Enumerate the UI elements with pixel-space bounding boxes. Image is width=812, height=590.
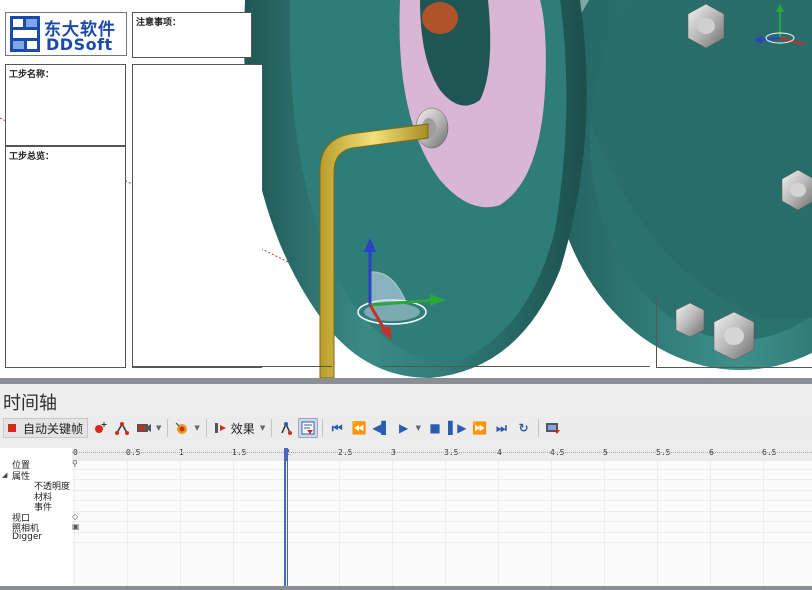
play-icon: ▶	[399, 421, 409, 435]
go-to-start-button[interactable]: ⏮	[327, 418, 347, 438]
camera-key-icon[interactable]: ▣	[72, 522, 80, 531]
pin-key-icon[interactable]: ⚲	[72, 459, 78, 468]
grid-column-line	[604, 461, 605, 586]
effects-button[interactable]: 效果	[211, 418, 258, 438]
grid-column-line	[392, 461, 393, 586]
toolbar-separator	[167, 419, 169, 437]
main-frame-left-edge	[132, 64, 262, 368]
add-attribute-key-button[interactable]	[172, 418, 192, 438]
timeline-title: 时间轴	[3, 393, 57, 414]
loop-button[interactable]: ↻	[514, 418, 534, 438]
step-overview-box	[5, 146, 126, 368]
timeline-bottom-edge	[0, 586, 812, 590]
play-dropdown-arrow-icon[interactable]: ▼	[416, 424, 421, 432]
play-button[interactable]: ▶	[394, 418, 414, 438]
right-frame-box	[656, 300, 812, 368]
record-icon	[8, 424, 16, 432]
grid-row-line	[72, 510, 812, 512]
go-to-end-icon: ⏭	[496, 420, 507, 435]
grid-row-line	[72, 479, 812, 480]
ruler-minor-ticks	[72, 452, 812, 453]
track-label[interactable]: Digger	[12, 532, 42, 542]
step-back-icon: ◀▌	[372, 421, 391, 435]
effects-dropdown-arrow-icon[interactable]: ▼	[260, 424, 265, 432]
grid-column-line	[657, 461, 658, 586]
loop-icon: ↻	[518, 421, 529, 435]
grid-row-line	[72, 542, 812, 543]
main-frame-bottom-right	[380, 366, 650, 367]
toolbar-separator	[205, 419, 207, 437]
camera-dropdown-arrow-icon[interactable]: ▼	[156, 424, 161, 432]
next-key-icon: ⏩	[472, 421, 487, 435]
grid-column-line	[551, 461, 552, 586]
grid-row-line	[72, 500, 812, 501]
autokey-button[interactable]: 自动关键帧	[3, 418, 89, 438]
logo-brand-en: DDSoft	[46, 35, 113, 54]
logo-mark-icon	[10, 16, 40, 52]
prev-key-icon: ⏪	[351, 421, 367, 435]
grid-column-line	[127, 461, 128, 586]
track-label[interactable]: 事件	[34, 500, 52, 513]
export-video-button[interactable]	[543, 418, 563, 438]
filter-track-button[interactable]	[298, 418, 319, 438]
prev-key-button[interactable]: ⏪	[349, 418, 369, 438]
insert-effect-icon	[214, 423, 226, 433]
grid-row-line	[72, 521, 812, 522]
add-camera-key-button[interactable]	[134, 418, 154, 438]
stop-button[interactable]: ■	[425, 418, 445, 438]
time-ruler[interactable]: 00.511.522.533.544.555.566.5	[72, 448, 812, 461]
toolbar-separator	[537, 419, 539, 437]
grid-column-line	[339, 461, 340, 586]
grid-column-line	[763, 461, 764, 586]
grid-row-line	[72, 468, 812, 470]
toolbar-separator	[322, 419, 324, 437]
show-track-icon	[281, 422, 293, 435]
grid-column-line	[445, 461, 446, 586]
effects-label: 效果	[230, 421, 255, 436]
grid-column-line	[233, 461, 234, 586]
3d-viewport[interactable]: 东大软件 DDSoft 注意事项： 工步名称： 工步总览：	[0, 0, 812, 378]
grid-row-line	[72, 531, 812, 533]
add-position-key-button[interactable]	[90, 418, 110, 438]
show-track-button[interactable]	[276, 418, 296, 438]
step-overview-label: 工步总览：	[9, 152, 55, 162]
grid-column-line	[180, 461, 181, 586]
timeline-panel: 时间轴 自动关键帧 ▼ ▼ 效果 ▼ ⏮ ⏪ ◀▌ ▶ ▼ ■ ▌▶ ⏩ ⏭ ↻…	[0, 384, 812, 590]
ddsoft-logo: 东大软件 DDSoft	[5, 12, 127, 56]
grid-column-line	[498, 461, 499, 586]
export-video-icon	[545, 423, 560, 434]
attribute-dropdown-arrow-icon[interactable]: ▼	[194, 424, 199, 432]
notes-label: 注意事项：	[136, 18, 182, 28]
next-key-button[interactable]: ⏩	[470, 418, 490, 438]
timeline-body: 位置属性◢不透明度材料事件视口照相机Digger 00.511.522.533.…	[0, 448, 812, 586]
toolbar-separator	[271, 419, 273, 437]
step-back-button[interactable]: ◀▌	[371, 418, 391, 438]
collapse-arrow-icon[interactable]: ◢	[2, 471, 7, 479]
add-rotation-key-button[interactable]	[112, 418, 132, 438]
diamond-key-icon[interactable]: ◇	[72, 512, 78, 521]
step-forward-button[interactable]: ▌▶	[447, 418, 467, 438]
track-list: 位置 属性 ◢ 不透明度 材料 事件 视口 照相机 Digger	[0, 448, 72, 586]
go-to-start-icon: ⏮	[331, 420, 343, 435]
main-frame-bottom-left	[132, 366, 332, 367]
filter-track-icon	[301, 421, 315, 435]
grid-column-line	[286, 461, 287, 586]
add-attribute-key-icon	[176, 422, 188, 434]
step-name-label: 工步名称：	[9, 70, 55, 80]
timeline-toolbar: 自动关键帧 ▼ ▼ 效果 ▼ ⏮ ⏪ ◀▌ ▶ ▼ ■ ▌▶ ⏩ ⏭ ↻	[0, 416, 812, 440]
keyframe-grid[interactable]	[72, 461, 812, 586]
step-forward-icon: ▌▶	[448, 421, 467, 435]
add-rotation-key-icon	[115, 422, 130, 435]
go-to-end-button[interactable]: ⏭	[492, 418, 512, 438]
grid-row-line	[72, 489, 812, 491]
autokey-label: 自动关键帧	[23, 421, 84, 436]
grid-column-line	[710, 461, 711, 586]
add-camera-key-icon	[137, 424, 152, 432]
add-position-key-icon	[95, 422, 107, 433]
stop-icon: ■	[429, 421, 441, 435]
track-label[interactable]: 属性	[12, 469, 30, 482]
timeline-area[interactable]: 00.511.522.533.544.555.566.5 ⚲ ◇▣	[72, 448, 812, 586]
